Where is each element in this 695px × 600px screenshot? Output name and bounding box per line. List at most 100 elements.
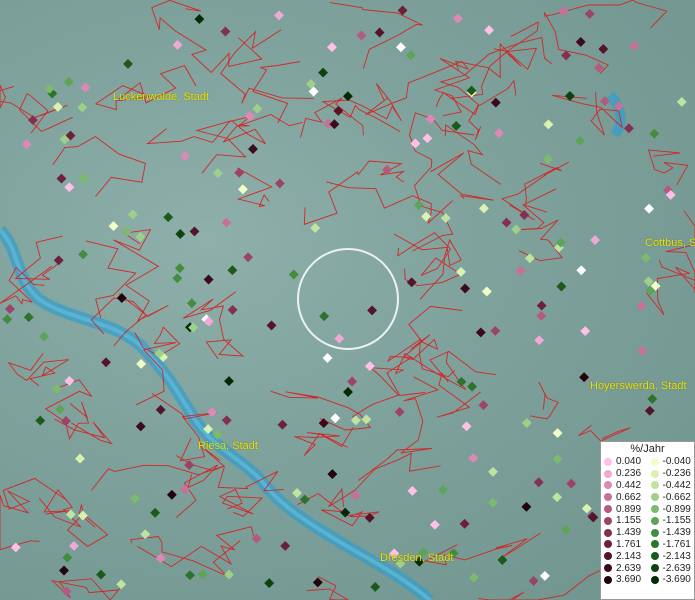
measurement-point[interactable] [277,419,288,430]
measurement-point[interactable] [123,58,133,69]
measurement-point[interactable] [186,298,197,309]
measurement-point[interactable] [539,570,550,581]
measurement-point[interactable] [584,8,595,19]
measurement-point[interactable] [649,128,660,139]
measurement-point[interactable] [340,507,351,518]
measurement-point[interactable] [374,27,385,38]
measurement-point[interactable] [558,6,569,17]
measurement-point[interactable] [536,310,547,321]
measurement-point[interactable] [130,493,140,504]
measurement-point[interactable] [515,265,526,276]
selection-ring[interactable] [297,248,399,350]
measurement-point[interactable] [248,144,258,154]
measurement-point[interactable] [172,273,183,284]
measurement-point[interactable] [437,484,448,495]
measurement-point[interactable] [575,36,586,47]
measurement-point[interactable] [407,485,418,496]
measurement-point[interactable] [21,139,32,150]
measurement-point[interactable] [55,404,66,415]
measurement-point[interactable] [623,123,634,134]
measurement-point[interactable] [521,418,532,428]
measurement-point[interactable] [468,453,479,464]
measurement-point[interactable] [459,518,470,529]
measurement-point[interactable] [312,577,323,588]
measurement-point[interactable] [481,286,492,297]
measurement-point[interactable] [75,453,85,464]
measurement-point[interactable] [274,178,285,189]
measurement-point[interactable] [116,579,127,590]
measurement-point[interactable] [207,407,217,418]
measurement-point[interactable] [647,393,658,404]
measurement-point[interactable] [343,387,353,397]
measurement-point[interactable] [64,375,75,386]
measurement-point[interactable] [536,300,547,311]
measurement-point[interactable] [543,119,554,130]
measurement-point[interactable] [61,416,71,426]
measurement-point[interactable] [185,570,195,581]
measurement-point[interactable] [579,372,590,383]
measurement-point[interactable] [370,581,381,592]
measurement-point[interactable] [466,85,477,96]
measurement-point[interactable] [488,466,498,477]
measurement-point[interactable] [96,569,106,580]
measurement-point[interactable] [319,311,330,322]
measurement-point[interactable] [460,283,471,294]
measurement-point[interactable] [163,212,174,223]
measurement-point[interactable] [576,265,587,276]
measurement-point[interactable] [274,10,284,21]
measurement-point[interactable] [629,40,640,51]
measurement-point[interactable] [334,333,345,344]
measurement-point[interactable] [410,138,421,149]
measurement-point[interactable] [180,151,190,161]
measurement-point[interactable] [135,421,146,432]
measurement-point[interactable] [347,376,358,387]
measurement-point[interactable] [637,346,648,356]
measurement-point[interactable] [78,173,89,184]
measurement-point[interactable] [64,182,75,193]
measurement-point[interactable] [2,314,13,325]
measurement-point[interactable] [552,492,563,503]
measurement-point[interactable] [318,418,329,429]
measurement-point[interactable] [166,489,177,500]
measurement-point[interactable] [221,415,232,426]
measurement-point[interactable] [361,414,372,425]
measurement-point[interactable] [212,168,223,179]
measurement-point[interactable] [327,42,337,53]
measurement-point[interactable] [413,200,424,211]
measurement-point[interactable] [395,42,406,53]
measurement-point[interactable] [221,217,232,228]
measurement-point[interactable] [194,14,205,25]
measurement-point[interactable] [367,305,378,316]
measurement-point[interactable] [490,97,501,108]
measurement-point[interactable] [394,406,405,417]
measurement-point[interactable] [288,269,299,280]
measurement-point[interactable] [4,304,15,314]
measurement-point[interactable] [172,39,183,50]
measurement-point[interactable] [292,488,302,498]
measurement-point[interactable] [227,265,238,276]
measurement-point[interactable] [59,565,69,576]
measurement-point[interactable] [566,478,577,489]
measurement-point[interactable] [116,293,127,303]
measurement-point[interactable] [299,494,310,505]
measurement-point[interactable] [528,575,539,586]
measurement-point[interactable] [467,381,478,392]
measurement-point[interactable] [542,154,553,165]
measurement-point[interactable] [78,249,89,260]
measurement-point[interactable] [252,103,263,114]
measurement-point[interactable] [224,376,234,387]
measurement-point[interactable] [342,91,353,102]
measurement-point[interactable] [580,326,591,337]
measurement-point[interactable] [524,253,535,264]
measurement-point[interactable] [333,105,344,116]
measurement-point[interactable] [224,569,234,580]
measurement-point[interactable] [484,25,495,36]
measurement-point[interactable] [429,519,440,530]
measurement-point[interactable] [598,44,609,54]
measurement-point[interactable] [644,203,655,214]
measurement-point[interactable] [184,460,195,470]
measurement-point[interactable] [80,82,91,93]
measurement-point[interactable] [556,281,567,292]
measurement-point[interactable] [534,335,545,346]
measurement-point[interactable] [406,277,417,288]
